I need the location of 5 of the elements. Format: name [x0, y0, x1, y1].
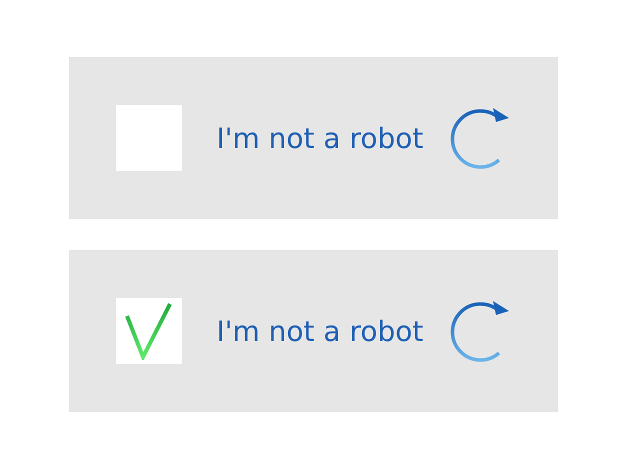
captcha-label: I'm not a robot [216, 122, 424, 154]
checkbox[interactable] [116, 298, 182, 364]
checkbox[interactable] [116, 105, 182, 171]
check-icon [124, 302, 172, 360]
captcha-label: I'm not a robot [216, 314, 424, 348]
